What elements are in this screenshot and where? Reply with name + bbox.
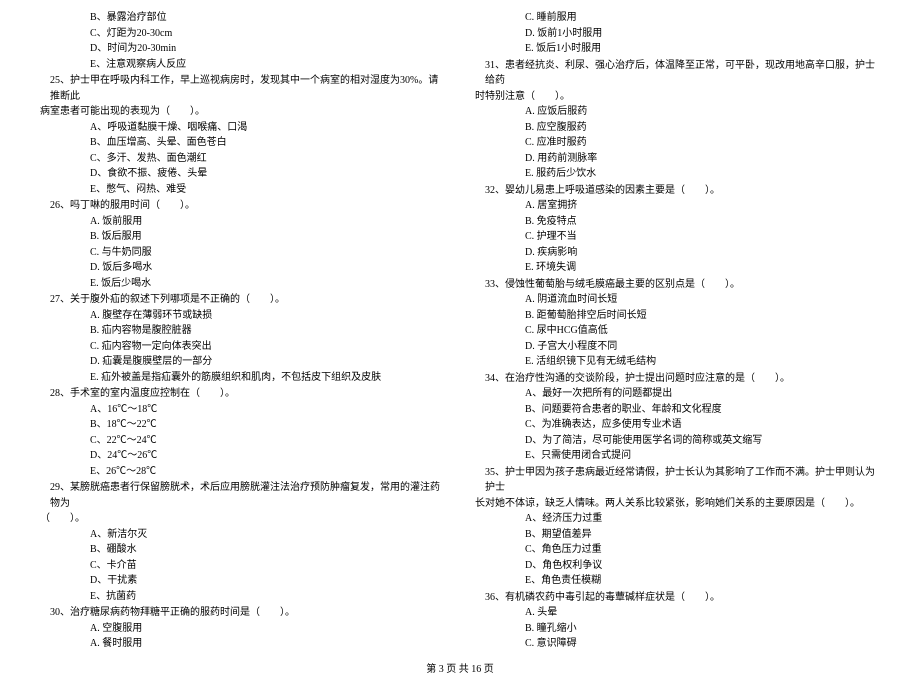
answer-option: C、角色压力过重 (475, 542, 880, 558)
question-text: 27、关于腹外疝的叙述下列哪项是不正确的（ ）。 (40, 292, 445, 308)
answer-option: C、为准确表达，应多使用专业术语 (475, 417, 880, 433)
answer-option: C、灯距为20-30cm (40, 26, 445, 42)
answer-option: E. 饭后1小时服用 (475, 41, 880, 57)
page-footer: 第 3 页 共 16 页 (40, 652, 880, 675)
left-column: B、暴露治疗部位C、灯距为20-30cmD、时间为20-30minE、注意观察病… (40, 10, 445, 652)
answer-option: B、期望值差异 (475, 527, 880, 543)
answer-option: B. 免疫特点 (475, 214, 880, 230)
answer-option: D. 用药前测脉率 (475, 151, 880, 167)
answer-option: C. 尿中HCG值高低 (475, 323, 880, 339)
answer-option: A、新洁尔灭 (40, 527, 445, 543)
question-text: 30、治疗糖尿病药物拜糖平正确的服药时间是（ ）。 (40, 605, 445, 621)
answer-option: D、角色权利争议 (475, 558, 880, 574)
answer-option: B、硼酸水 (40, 542, 445, 558)
answer-option: A、最好一次把所有的问题都提出 (475, 386, 880, 402)
answer-option: A、呼吸道黏膜干燥、咽喉痛、口渴 (40, 120, 445, 136)
answer-option: C、22℃～24℃ (40, 433, 445, 449)
answer-option: B. 瞳孔缩小 (475, 621, 880, 637)
answer-option: E. 活组织镜下见有无绒毛结构 (475, 354, 880, 370)
answer-option: E、26℃～28℃ (40, 464, 445, 480)
answer-option: E. 服药后少饮水 (475, 166, 880, 182)
answer-option: A. 空腹服用 (40, 621, 445, 637)
answer-option: B、暴露治疗部位 (40, 10, 445, 26)
answer-option: A. 阴道流血时间长短 (475, 292, 880, 308)
answer-option: C、多汗、发热、面色潮红 (40, 151, 445, 167)
content-columns: B、暴露治疗部位C、灯距为20-30cmD、时间为20-30minE、注意观察病… (40, 10, 880, 652)
answer-option: D、24℃～26℃ (40, 448, 445, 464)
right-column: C. 睡前服用D. 饭前1小时服用E. 饭后1小时服用31、患者经抗炎、利尿、强… (475, 10, 880, 652)
answer-option: A. 餐时服用 (40, 636, 445, 652)
answer-option: E、只需使用闭合式提问 (475, 448, 880, 464)
answer-option: C. 应准时服药 (475, 135, 880, 151)
question-text: 32、婴幼儿易患上呼吸道感染的因素主要是（ ）。 (475, 183, 880, 199)
answer-option: E、角色责任模糊 (475, 573, 880, 589)
answer-option: E、注意观察病人反应 (40, 57, 445, 73)
answer-option: B、问题要符合患者的职业、年龄和文化程度 (475, 402, 880, 418)
question-text: 36、有机磷农药中毒引起的毒蕈碱样症状是（ ）。 (475, 590, 880, 606)
answer-option: E、抗菌药 (40, 589, 445, 605)
answer-option: A、经济压力过重 (475, 511, 880, 527)
answer-option: E. 疝外被盖是指疝囊外的筋膜组织和肌肉，不包括皮下组织及皮肤 (40, 370, 445, 386)
answer-option: D. 疝囊是腹膜壁层的一部分 (40, 354, 445, 370)
answer-option: E. 饭后少喝水 (40, 276, 445, 292)
answer-option: D. 饭后多喝水 (40, 260, 445, 276)
answer-option: A. 居室拥挤 (475, 198, 880, 214)
answer-option: C. 与牛奶同服 (40, 245, 445, 261)
answer-option: D、时间为20-30min (40, 41, 445, 57)
answer-option: C、卡介苗 (40, 558, 445, 574)
question-text: 33、侵蚀性葡萄胎与绒毛膜癌最主要的区别点是（ ）。 (475, 277, 880, 293)
answer-option: E、憋气、闷热、难受 (40, 182, 445, 198)
answer-option: C. 疝内容物一定向体表突出 (40, 339, 445, 355)
question-text: 29、某膀胱癌患者行保留膀胱术，术后应用膀胱灌注法治疗预防肿瘤复发，常用的灌注药… (40, 480, 445, 511)
question-text: 35、护士甲因为孩子患病最近经常请假，护士长认为其影响了工作而不满。护士甲则认为… (475, 465, 880, 496)
answer-option: A. 应饭后服药 (475, 104, 880, 120)
answer-option: A. 饭前服用 (40, 214, 445, 230)
answer-option: B. 应空腹服药 (475, 120, 880, 136)
answer-option: D、为了简洁，尽可能使用医学名词的简称或英文缩写 (475, 433, 880, 449)
question-text: 病室患者可能出现的表现为（ ）。 (40, 104, 445, 120)
question-text: 34、在治疗性沟通的交谈阶段，护士提出问题时应注意的是（ ）。 (475, 371, 880, 387)
question-text: 长对她不体谅，缺乏人情味。两人关系比较紧张，影响她们关系的主要原因是（ ）。 (475, 496, 880, 512)
answer-option: B、血压增高、头晕、面色苍白 (40, 135, 445, 151)
question-text: 时特别注意（ ）。 (475, 89, 880, 105)
question-text: 26、吗丁啉的服用时间（ ）。 (40, 198, 445, 214)
answer-option: A. 腹壁存在薄弱环节或缺损 (40, 308, 445, 324)
answer-option: E. 环境失调 (475, 260, 880, 276)
question-text: 25、护士甲在呼吸内科工作，早上巡视病房时，发现其中一个病室的相对湿度为30%。… (40, 73, 445, 104)
answer-option: B、18℃～22℃ (40, 417, 445, 433)
answer-option: B. 饭后服用 (40, 229, 445, 245)
answer-option: B. 距葡萄胎排空后时间长短 (475, 308, 880, 324)
answer-option: D、干扰素 (40, 573, 445, 589)
answer-option: A、16℃～18℃ (40, 402, 445, 418)
question-text: （ ）。 (40, 511, 445, 527)
answer-option: B. 疝内容物是腹腔脏器 (40, 323, 445, 339)
answer-option: A. 头晕 (475, 605, 880, 621)
answer-option: D、食欲不振、疲倦、头晕 (40, 166, 445, 182)
answer-option: C. 意识障碍 (475, 636, 880, 652)
question-text: 28、手术室的室内温度应控制在（ ）。 (40, 386, 445, 402)
answer-option: D. 饭前1小时服用 (475, 26, 880, 42)
answer-option: D. 子宫大小程度不同 (475, 339, 880, 355)
answer-option: D. 疾病影响 (475, 245, 880, 261)
answer-option: C. 护理不当 (475, 229, 880, 245)
answer-option: C. 睡前服用 (475, 10, 880, 26)
question-text: 31、患者经抗炎、利尿、强心治疗后，体温降至正常，可平卧，现改用地高辛口服，护士… (475, 58, 880, 89)
